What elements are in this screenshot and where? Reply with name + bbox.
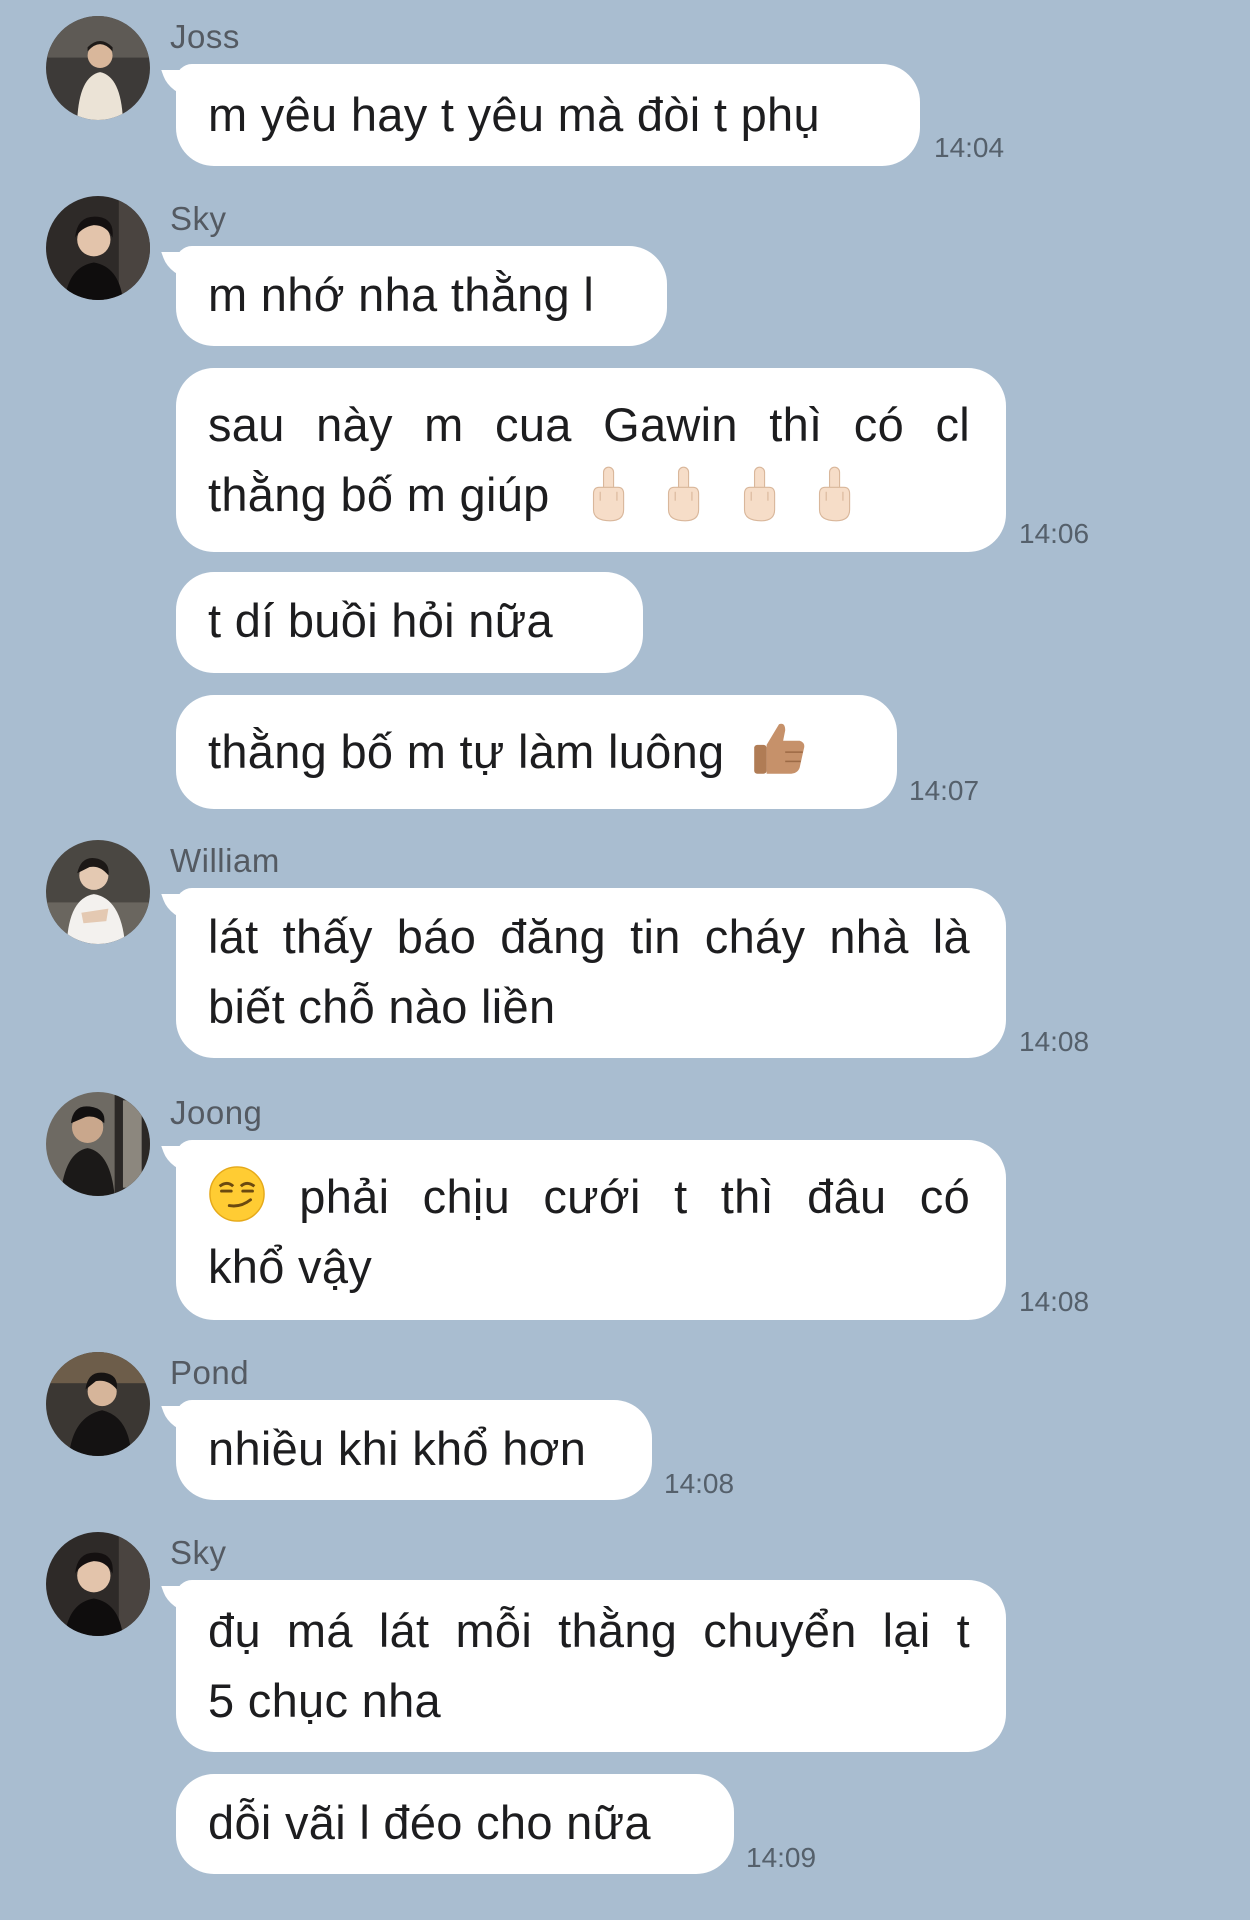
message-timestamp: 14:08 xyxy=(1019,1286,1090,1317)
smirk-emoji-icon xyxy=(209,1166,265,1222)
sender-name: Sky xyxy=(170,1534,227,1571)
message-text-line: thằng bố m giúp xyxy=(208,468,550,521)
message-bubble[interactable]: nhiều khi khổ hơn xyxy=(161,1400,652,1500)
message-bubble[interactable]: lát thấy báo đăng tin cháy nhà là biết c… xyxy=(161,888,1006,1058)
message-text: nhiều khi khổ hơn xyxy=(208,1422,587,1475)
sender-name: William xyxy=(170,842,280,879)
message-text-line: sau này m cua Gawin thì có cl xyxy=(208,398,970,451)
sender-name: Sky xyxy=(170,200,227,237)
sender-name: Joong xyxy=(170,1094,263,1131)
message-bubble[interactable]: phải chịu cưới t thì đâu có khổ vậy xyxy=(161,1140,1006,1320)
message-text-line: đụ má lát mỗi thằng chuyển lại t xyxy=(208,1604,970,1657)
message-text: thằng bố m tự làm luông xyxy=(208,725,725,778)
avatar[interactable] xyxy=(46,16,150,120)
message-text-line: khổ vậy xyxy=(208,1240,373,1293)
middle-finger-emoji-icon xyxy=(743,466,775,522)
emoji-middle-finger-group xyxy=(577,466,865,522)
message-text-line: phải chịu cưới t thì đâu có xyxy=(299,1170,971,1223)
avatar[interactable] xyxy=(46,1532,150,1636)
avatar[interactable] xyxy=(46,840,150,944)
sender-name: Joss xyxy=(170,18,240,55)
avatar[interactable] xyxy=(46,1092,150,1196)
avatar[interactable] xyxy=(46,196,150,300)
middle-finger-emoji-icon xyxy=(668,466,700,522)
message-text-line: lát thấy báo đăng tin cháy nhà là xyxy=(208,910,970,963)
message-text-line: 5 chục nha xyxy=(208,1674,441,1727)
thumbs-up-emoji-icon xyxy=(754,723,805,774)
message-bubble[interactable]: đụ má lát mỗi thằng chuyển lại t 5 chục … xyxy=(161,1580,1006,1752)
message-text: dỗi vãi l đéo cho nữa xyxy=(208,1796,651,1849)
message-bubble[interactable]: thằng bố m tự làm luông xyxy=(176,695,897,809)
message-text: m yêu hay t yêu mà đòi t phụ xyxy=(208,88,820,141)
message-timestamp: 14:06 xyxy=(1019,518,1090,549)
message-bubble[interactable]: m nhớ nha thằng l xyxy=(161,246,667,346)
message-bubble[interactable]: m yêu hay t yêu mà đòi t phụ xyxy=(161,64,920,166)
middle-finger-emoji-icon xyxy=(818,466,851,522)
message-text: m nhớ nha thằng l xyxy=(208,268,595,321)
message-timestamp: 14:09 xyxy=(746,1842,817,1873)
message-timestamp: 14:04 xyxy=(934,132,1005,163)
avatar[interactable] xyxy=(46,1352,150,1456)
message-timestamp: 14:07 xyxy=(909,775,980,806)
message-bubble[interactable]: dỗi vãi l đéo cho nữa xyxy=(176,1774,734,1874)
middle-finger-emoji-icon xyxy=(592,466,625,522)
message-text-line: biết chỗ nào liền xyxy=(208,980,556,1033)
message-timestamp: 14:08 xyxy=(1019,1026,1090,1057)
message-bubble[interactable]: sau này m cua Gawin thì có cl thằng bố m… xyxy=(176,368,1006,552)
message-bubble[interactable]: t dí buồi hỏi nữa xyxy=(176,572,643,673)
message-text: t dí buồi hỏi nữa xyxy=(208,594,553,647)
sender-name: Pond xyxy=(170,1354,250,1391)
message-timestamp: 14:08 xyxy=(664,1468,735,1499)
